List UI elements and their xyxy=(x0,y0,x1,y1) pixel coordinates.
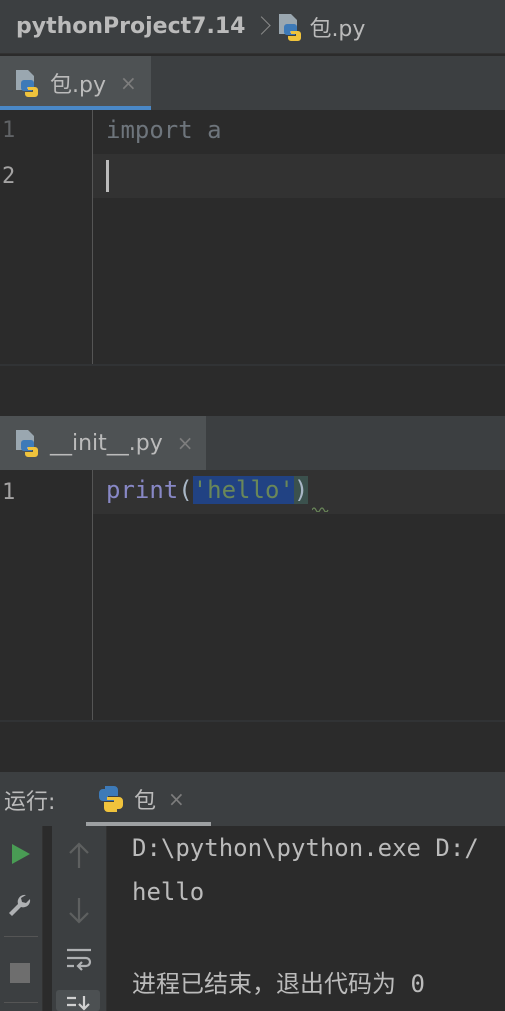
string-literal-selected: 'hello' xyxy=(192,476,294,504)
empty-region xyxy=(0,366,505,416)
arrow-down-icon[interactable] xyxy=(66,896,92,924)
code-line: import a xyxy=(106,116,222,144)
editor1-code-area[interactable]: 1 2 import a xyxy=(0,110,505,364)
python-file-icon xyxy=(12,68,40,98)
line-number: 1 xyxy=(2,480,16,505)
scroll-to-end-icon xyxy=(67,996,90,1011)
run-toolbar xyxy=(0,826,43,1011)
close-icon[interactable]: × xyxy=(120,71,137,95)
open-paren: ( xyxy=(178,476,193,504)
module-name: a xyxy=(207,116,222,144)
gutter-divider xyxy=(92,470,93,720)
console-toolbar xyxy=(52,826,107,1011)
tab-init-py[interactable]: __init__.py × xyxy=(0,416,206,470)
breadcrumb-separator-icon xyxy=(255,16,265,38)
text-caret xyxy=(106,160,109,192)
gutter-divider xyxy=(92,110,93,364)
run-tab-bao[interactable]: 包 × xyxy=(86,772,211,826)
editor1-tabbar: 包.py × xyxy=(0,56,505,110)
toolbar-divider xyxy=(4,1002,38,1003)
breadcrumb: pythonProject7.14 包.py xyxy=(0,0,505,54)
code-line: print('hello') xyxy=(106,476,309,504)
wrench-icon[interactable] xyxy=(6,892,34,920)
run-tab-label: 包 xyxy=(134,789,157,814)
console-line: hello xyxy=(132,878,205,906)
editor2-tabbar: __init__.py × xyxy=(0,416,505,470)
keyword-import: import xyxy=(106,116,193,144)
spelling-squiggle-icon xyxy=(312,507,329,512)
close-icon[interactable]: × xyxy=(168,787,185,811)
python-file-icon xyxy=(275,12,303,42)
toolbar-divider xyxy=(4,936,38,937)
python-icon xyxy=(96,784,126,814)
console-line: D:\python\python.exe D:/ xyxy=(132,834,479,862)
builtin-print: print xyxy=(106,476,179,504)
breadcrumb-project[interactable]: pythonProject7.14 xyxy=(16,14,245,39)
tab-bao-py[interactable]: 包.py × xyxy=(0,56,151,110)
run-label: 运行: xyxy=(4,790,56,815)
arrow-up-icon[interactable] xyxy=(66,842,92,870)
breadcrumb-file[interactable]: 包.py xyxy=(275,11,365,43)
run-tool-window-header: 运行: 包 × xyxy=(0,772,505,826)
close-icon[interactable]: × xyxy=(177,431,194,455)
rerun-icon[interactable] xyxy=(10,842,32,866)
python-file-icon xyxy=(12,428,40,458)
current-line-highlight xyxy=(93,154,505,198)
soft-wrap-icon[interactable] xyxy=(64,946,94,974)
empty-region xyxy=(0,722,505,772)
line-number: 1 xyxy=(2,118,16,143)
editor2-code-area[interactable]: 1 print('hello') xyxy=(0,470,505,720)
close-paren: ) xyxy=(293,476,309,504)
line-number: 2 xyxy=(2,164,16,189)
breadcrumb-file-label: 包.py xyxy=(309,16,366,42)
console-line: 进程已结束，退出代码为 0 xyxy=(132,970,425,998)
tab-label: __init__.py xyxy=(50,430,163,456)
scroll-to-end-button[interactable] xyxy=(56,990,100,1011)
run-panel: D:\python\python.exe D:/ hello 进程已结束，退出代… xyxy=(0,826,505,1011)
stop-icon[interactable] xyxy=(9,962,31,984)
tab-label: 包.py xyxy=(50,73,106,98)
